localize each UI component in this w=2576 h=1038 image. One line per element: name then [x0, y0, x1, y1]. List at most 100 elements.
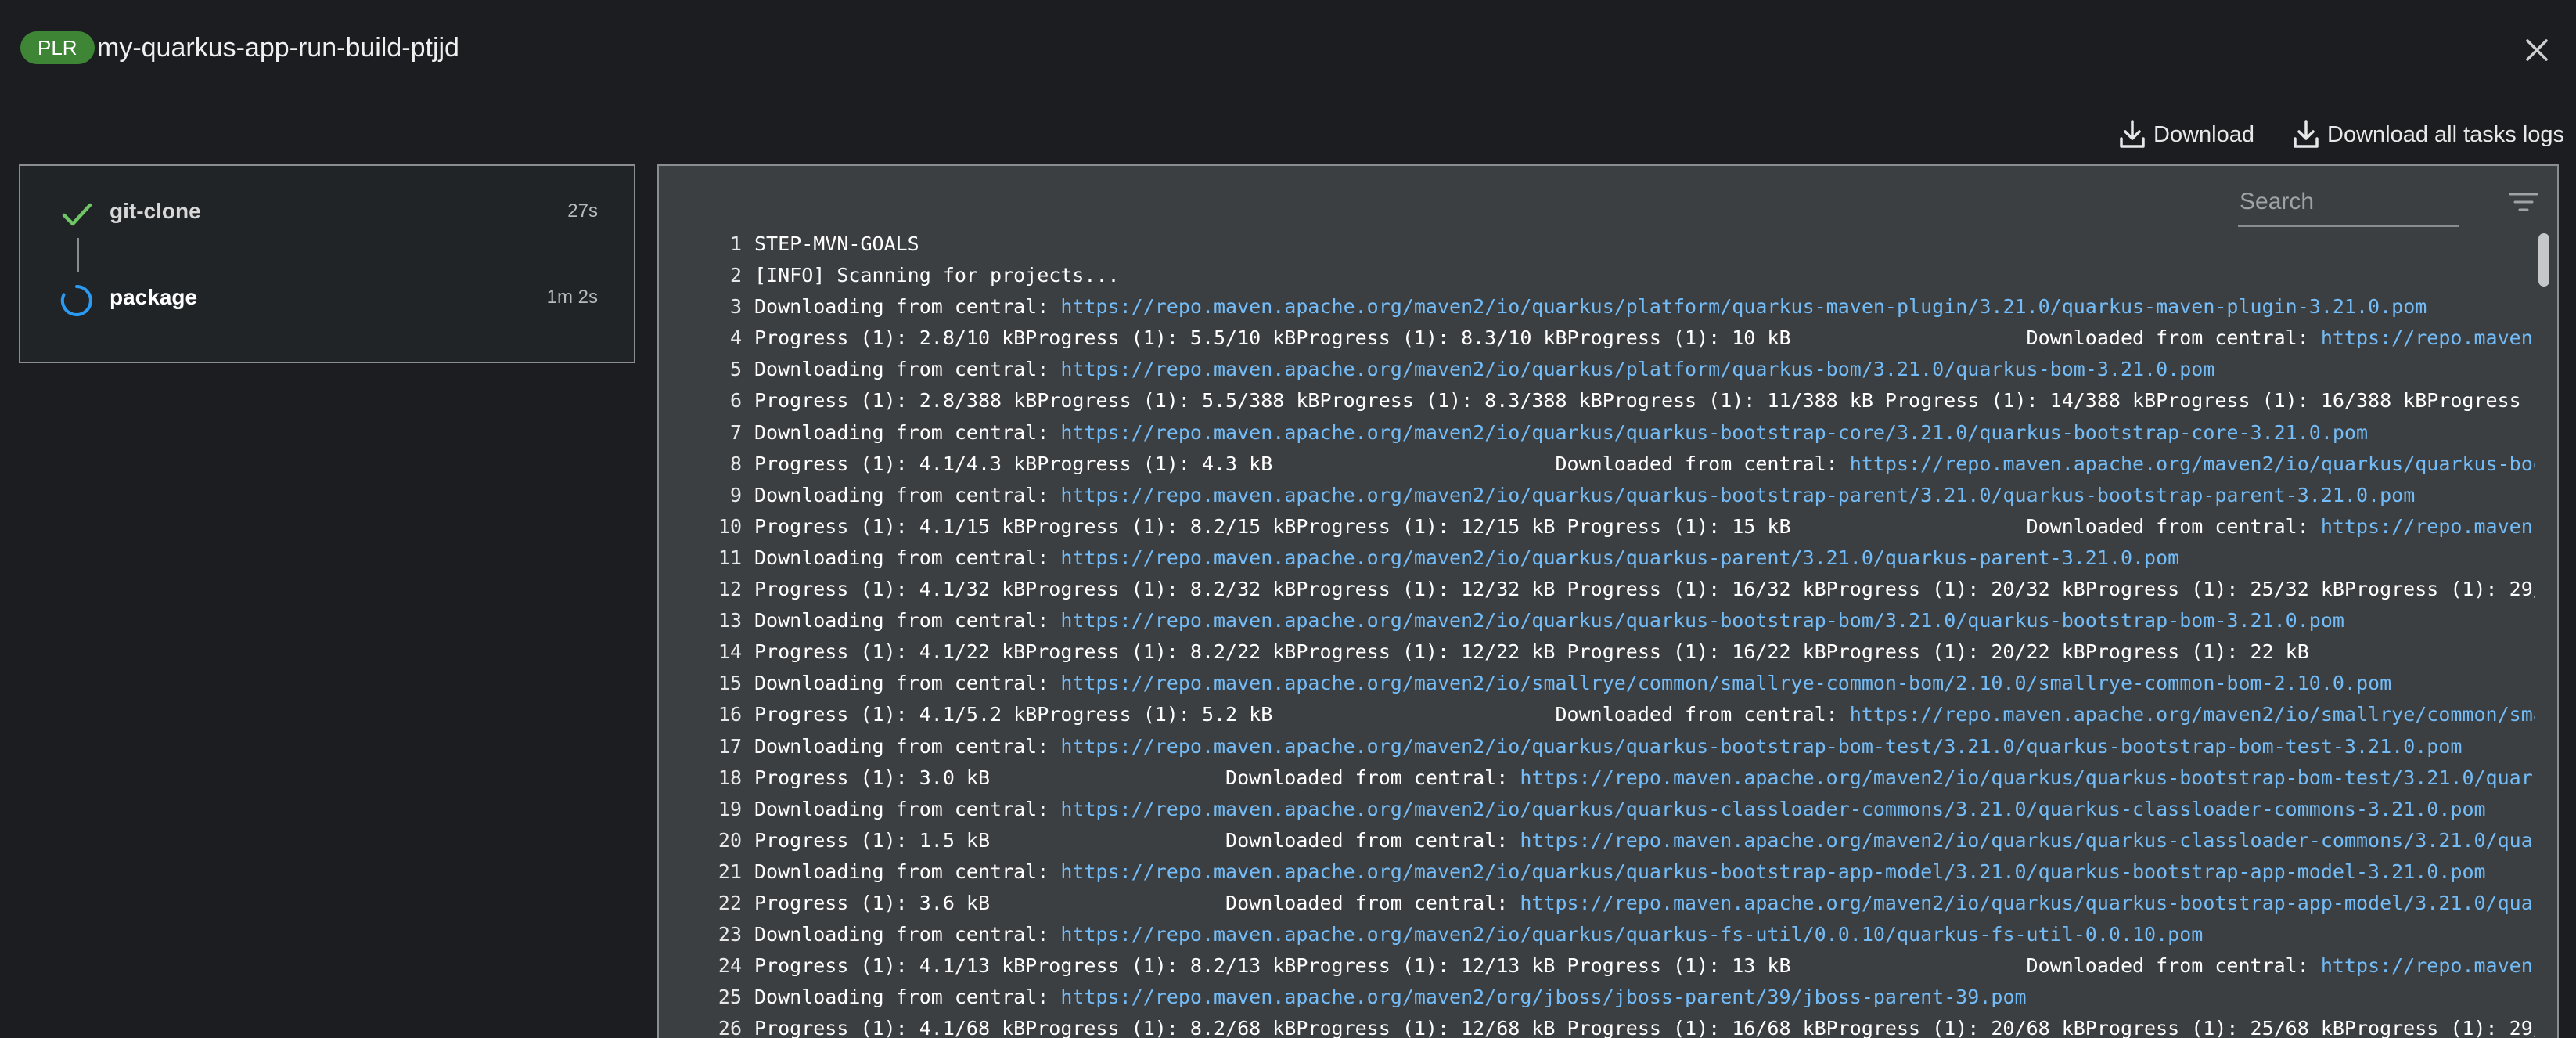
log-text: Progress (1): 1.5 kB Downloaded from cen…: [754, 828, 1520, 852]
line-number: 6: [729, 389, 742, 413]
log-text: [INFO] Scanning for projects...: [754, 264, 1120, 287]
log-link[interactable]: https://repo.maven.apache.org/maven2/io/…: [1060, 609, 2344, 632]
log-text: Downloading from central:: [754, 672, 1061, 695]
log-line: 5 Downloading from central: https://repo.…: [659, 354, 2535, 385]
log-line: 6 Progress (1): 2.8/388 kBProgress (1): 5…: [659, 385, 2535, 416]
log-line: 22 Progress (1): 3.6 kB Downloaded from c…: [659, 888, 2535, 919]
log-link[interactable]: https://repo.maven.apache.org/maven2/io/…: [1060, 860, 2485, 883]
log-link[interactable]: https://repo.maven.apache.org/maven2/io/…: [1060, 421, 2368, 444]
line-number: 2: [729, 264, 742, 287]
search-box[interactable]: [2238, 178, 2459, 227]
log-link[interactable]: https://repo.maven.apache.org/maven2/io/…: [2321, 326, 2535, 349]
log-text: Downloading from central:: [754, 797, 1061, 820]
line-number: 5: [729, 358, 742, 381]
line-number: 14: [718, 640, 742, 664]
log-line: 21 Downloading from central: https://repo…: [659, 856, 2535, 888]
task-item-package[interactable]: package 1m 2s: [20, 276, 634, 323]
log-line: 26 Progress (1): 4.1/68 kBProgress (1): 8…: [659, 1013, 2535, 1038]
log-link[interactable]: https://repo.maven.apache.org/maven2/io/…: [1850, 452, 2535, 475]
log-text: Downloading from central:: [754, 860, 1061, 883]
download-all-label: Download all tasks logs: [2327, 121, 2565, 147]
log-link[interactable]: https://repo.maven.apache.org/maven2/io/…: [2321, 954, 2535, 977]
log-line: 16 Progress (1): 4.1/5.2 kBProgress (1): …: [659, 699, 2535, 730]
log-viewer: 1 STEP-MVN-GOALS 2 [INFO] Scanning for proj…: [657, 164, 2559, 1038]
log-text: Progress (1): 4.1/4.3 kBProgress (1): 4.…: [754, 452, 1850, 475]
log-text: Progress (1): 2.8/388 kBProgress (1): 5.…: [754, 389, 2535, 413]
log-text: Progress (1): 3.0 kB Downloaded from cen…: [754, 766, 1520, 789]
log-link[interactable]: https://repo.maven.apache.org/maven2/io/…: [1060, 546, 2179, 569]
line-number: 15: [718, 672, 742, 695]
log-link[interactable]: https://repo.maven.apache.org/maven2/io/…: [1850, 703, 2535, 726]
log-link[interactable]: https://repo.maven.apache.org/maven2/io/…: [1520, 892, 2535, 914]
log-line: 24 Progress (1): 4.1/13 kBProgress (1): 8…: [659, 950, 2535, 982]
log-lines: 1 STEP-MVN-GOALS 2 [INFO] Scanning for proj…: [659, 229, 2535, 1038]
scrollbar[interactable]: [2538, 233, 2549, 1038]
log-link[interactable]: https://repo.maven.apache.org/maven2/io/…: [2321, 515, 2535, 538]
log-link[interactable]: https://repo.maven.apache.org/maven2/io/…: [1060, 672, 2391, 694]
task-connector: [77, 238, 79, 272]
line-number: 22: [718, 891, 742, 914]
log-link[interactable]: https://repo.maven.apache.org/maven2/io/…: [1060, 923, 2203, 946]
task-item-git-clone[interactable]: git-clone 27s: [20, 189, 634, 236]
line-number: 1: [729, 232, 742, 255]
line-number: 23: [718, 923, 742, 946]
download-button[interactable]: Download: [2119, 117, 2254, 152]
task-name: package: [110, 285, 198, 309]
log-link[interactable]: https://repo.maven.apache.org/maven2/io/…: [1060, 484, 2415, 506]
search-input[interactable]: [2238, 178, 2459, 225]
modal-header: PLR my-quarkus-app-run-build-ptjjd Downl…: [0, 0, 2576, 148]
log-link[interactable]: https://repo.maven.apache.org/maven2/io/…: [1520, 766, 2535, 789]
log-line: 1 STEP-MVN-GOALS: [659, 229, 2535, 260]
download-icon: [2120, 120, 2145, 148]
line-number: 3: [729, 295, 742, 319]
close-icon[interactable]: [2521, 34, 2553, 66]
line-number: 21: [718, 860, 742, 883]
log-text: Progress (1): 4.1/13 kBProgress (1): 8.2…: [754, 954, 2321, 978]
log-line: 2 [INFO] Scanning for projects...: [659, 260, 2535, 291]
task-duration: 1m 2s: [546, 287, 598, 308]
line-number: 19: [718, 797, 742, 820]
log-text: Downloading from central:: [754, 609, 1061, 633]
task-duration: 27s: [567, 200, 598, 222]
log-link[interactable]: https://repo.maven.apache.org/maven2/io/…: [1060, 358, 2214, 380]
line-number: 7: [729, 420, 742, 444]
log-text: STEP-MVN-GOALS: [754, 232, 919, 255]
log-text: Downloading from central:: [754, 295, 1061, 319]
log-text: Downloading from central:: [754, 546, 1061, 569]
download-icon: [2294, 120, 2319, 148]
page-title: my-quarkus-app-run-build-ptjjd: [97, 33, 459, 63]
log-link[interactable]: https://repo.maven.apache.org/maven2/io/…: [1060, 735, 2462, 758]
log-link[interactable]: https://repo.maven.apache.org/maven2/io/…: [1060, 295, 2427, 318]
log-text: Downloading from central:: [754, 483, 1061, 506]
log-line: 17 Downloading from central: https://repo…: [659, 731, 2535, 762]
line-number: 10: [718, 514, 742, 538]
line-number: 9: [729, 483, 742, 506]
log-line: 12 Progress (1): 4.1/32 kBProgress (1): 8…: [659, 574, 2535, 605]
scrollbar-thumb[interactable]: [2538, 233, 2549, 287]
log-link[interactable]: https://repo.maven.apache.org/maven2/io/…: [1520, 829, 2535, 852]
log-link[interactable]: https://repo.maven.apache.org/maven2/io/…: [1060, 798, 2485, 820]
log-text: Progress (1): 4.1/22 kBProgress (1): 8.2…: [754, 640, 2309, 664]
task-list: git-clone 27s package 1m 2s: [19, 164, 635, 363]
log-text: Downloading from central:: [754, 986, 1061, 1009]
spinner-icon: [60, 285, 92, 316]
log-text: Progress (1): 3.6 kB Downloaded from cen…: [754, 891, 1520, 914]
line-number: 13: [718, 609, 742, 633]
download-label: Download: [2153, 121, 2254, 147]
download-all-tasks-logs-button[interactable]: Download all tasks logs: [2293, 117, 2564, 152]
line-number: 11: [718, 546, 742, 569]
line-number: 12: [718, 578, 742, 601]
log-text: Downloading from central:: [754, 923, 1061, 946]
log-line: 8 Progress (1): 4.1/4.3 kBProgress (1): 4…: [659, 449, 2535, 480]
log-link[interactable]: https://repo.maven.apache.org/maven2/org…: [1060, 986, 2026, 1008]
log-line: 23 Downloading from central: https://repo…: [659, 919, 2535, 950]
line-number: 25: [718, 986, 742, 1009]
log-line: 3 Downloading from central: https://repo.…: [659, 291, 2535, 323]
log-line: 10 Progress (1): 4.1/15 kBProgress (1): 8…: [659, 511, 2535, 542]
task-name: git-clone: [110, 199, 201, 223]
line-number: 18: [718, 766, 742, 789]
filter-icon[interactable]: [2507, 186, 2540, 219]
line-number: 4: [729, 326, 742, 350]
log-text: Downloading from central:: [754, 734, 1061, 758]
log-line: 7 Downloading from central: https://repo.…: [659, 417, 2535, 449]
